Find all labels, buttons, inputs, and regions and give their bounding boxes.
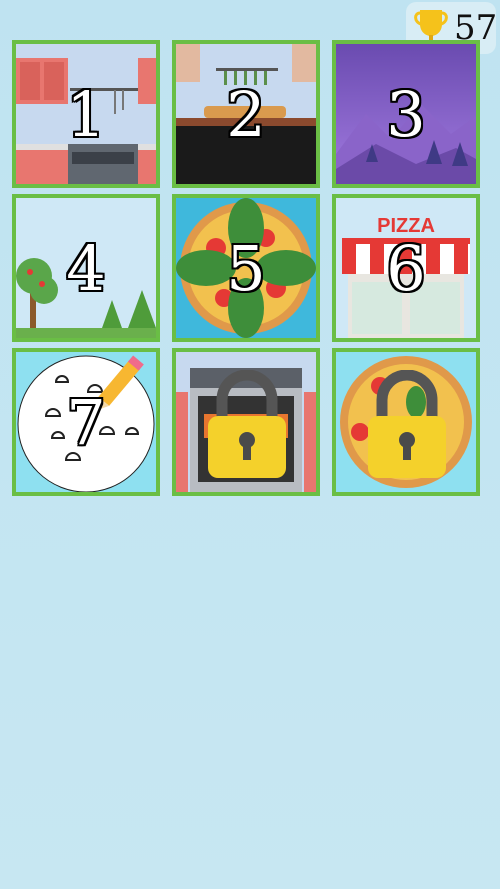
level-tile-4[interactable]: 4 <box>12 194 160 342</box>
level-tile-9-locked[interactable] <box>332 348 480 496</box>
lock-icon <box>368 370 446 478</box>
level-number: 3 <box>386 77 426 151</box>
level-tile-2[interactable]: 2 <box>172 40 320 188</box>
level-tile-8-locked[interactable] <box>172 348 320 496</box>
level-number: 4 <box>66 231 106 305</box>
level-tile-7[interactable]: 7 <box>12 348 160 496</box>
level-number: 2 <box>226 77 266 151</box>
level-number: 5 <box>226 231 266 305</box>
lock-icon <box>208 370 286 478</box>
level-number: 1 <box>66 77 106 151</box>
level-tile-5[interactable]: 5 <box>172 194 320 342</box>
level-tile-1[interactable]: 1 <box>12 40 160 188</box>
level-number: 7 <box>66 385 106 459</box>
level-tile-3[interactable]: 3 <box>332 40 480 188</box>
level-number: 6 <box>386 231 426 305</box>
level-tile-6[interactable]: PIZZA 6 <box>332 194 480 342</box>
